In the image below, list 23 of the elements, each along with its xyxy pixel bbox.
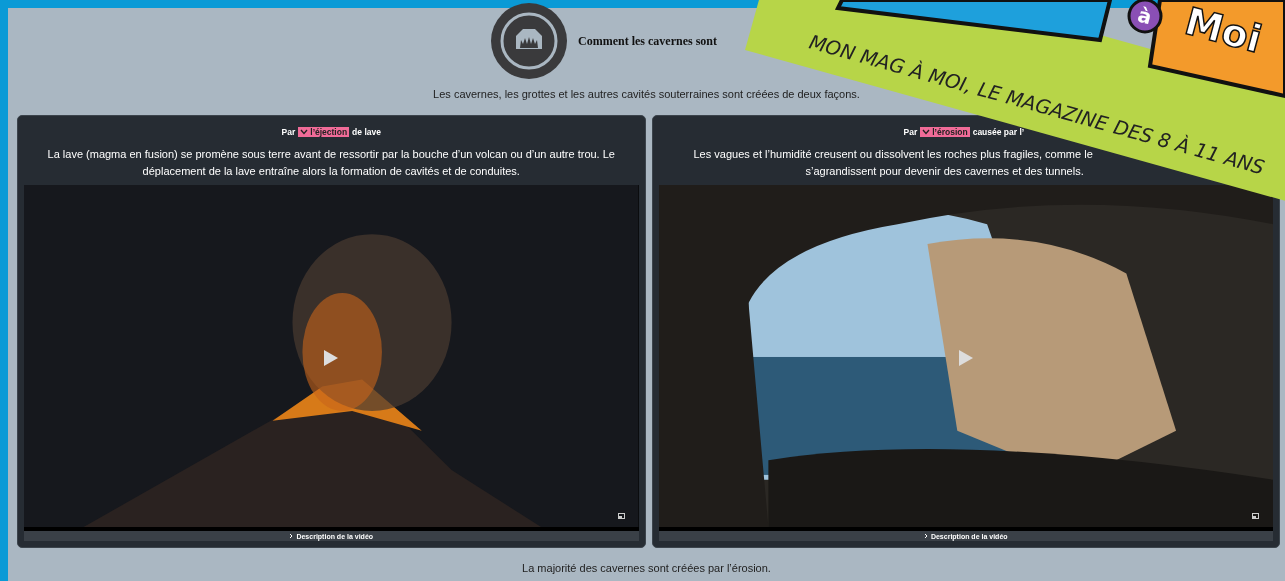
play-icon[interactable] — [324, 350, 339, 366]
chevron-icon — [289, 533, 294, 539]
logo-word: Moi — [1180, 0, 1267, 62]
label-text: Par — [281, 127, 296, 137]
description-text: déplacement de la lave entraîne alors la formation de cavités et de conduites. — [142, 164, 520, 179]
chevron-icon — [923, 533, 928, 539]
description-text: Les vagues et l’humidité creusent ou dissolvent les roches plus fragiles, comme le — [693, 147, 1093, 162]
term-toggle[interactable]: l’érosion — [920, 127, 970, 137]
description-text: La lave (magma en fusion) se promène sous terre avant de ressortir par la bouche d’un volcan ou d’un autre trou. Le — [47, 147, 615, 162]
conclusion-text: La majorité des cavernes sont créées par l’érosion. — [522, 562, 771, 574]
description-text: s’agrandissent pour devenir des cavernes et des tunnels. — [805, 164, 1084, 179]
logo-letter: à — [1135, 2, 1155, 30]
term-toggle[interactable]: l’éjection — [298, 127, 350, 137]
label-text: de lave — [352, 127, 381, 137]
magazine-tagline: DES 8 À 11 ANS — [1111, 115, 1267, 180]
intro-text: Les cavernes, les grottes et les autres cavités souterraines sont créées de deux façons. — [433, 88, 860, 100]
label-text: causée par l’ — [972, 127, 1025, 137]
chevron-icon — [300, 129, 309, 135]
fullscreen-icon[interactable] — [617, 513, 625, 519]
chevron-icon — [922, 129, 931, 135]
fullscreen-icon[interactable] — [1252, 513, 1259, 519]
page-title: Comment les cavernes sont — [578, 33, 717, 49]
label-text: Par — [903, 127, 918, 137]
